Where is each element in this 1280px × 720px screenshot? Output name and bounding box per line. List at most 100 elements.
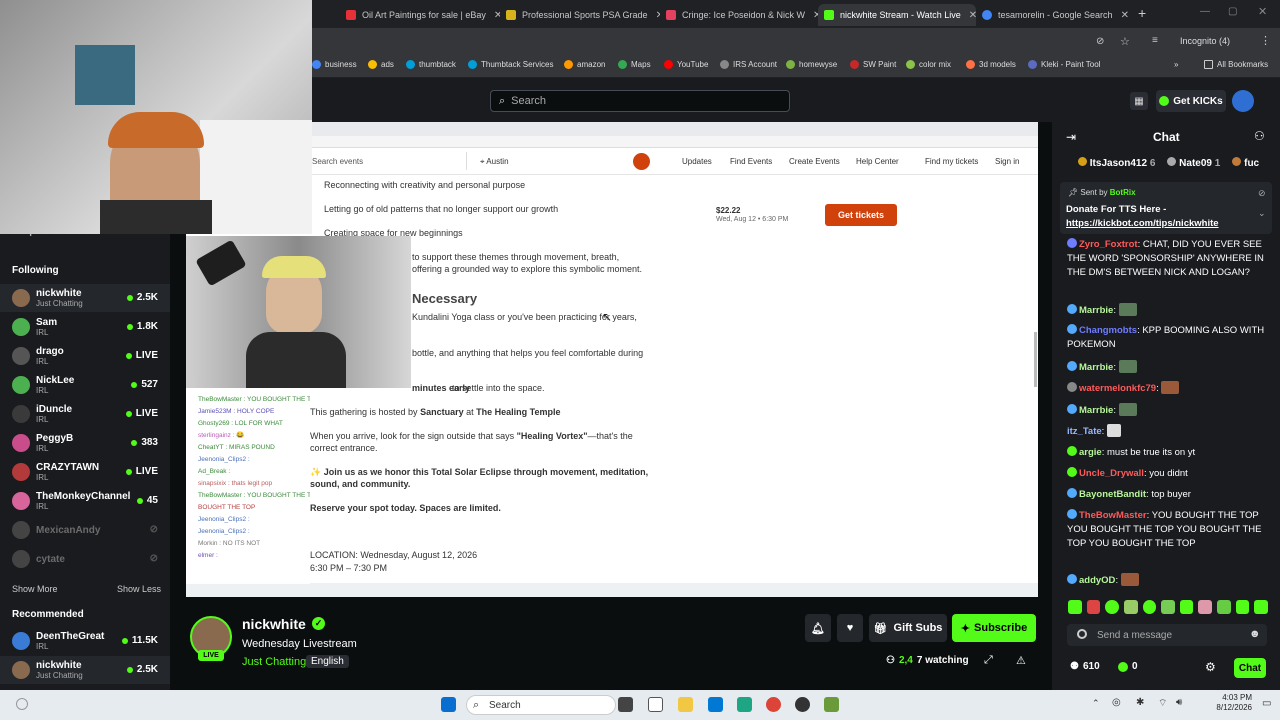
bookmark-thumbtack[interactable]: thumbtack	[406, 60, 456, 69]
emote-icon[interactable]	[1086, 600, 1101, 614]
all-bookmarks[interactable]: All Bookmarks	[1204, 60, 1268, 69]
emoji-icon[interactable]: ☻	[1249, 628, 1261, 640]
chat-username[interactable]: Marrbie	[1079, 305, 1113, 316]
emote-icon[interactable]	[1217, 600, 1231, 614]
new-tab-button[interactable]: +	[1138, 5, 1146, 21]
stream-category[interactable]: Just Chatting	[242, 656, 306, 668]
channel-points[interactable]: ⚉ 610	[1070, 661, 1100, 672]
eye-off-icon[interactable]: ⊘	[1096, 36, 1104, 47]
report-icon[interactable]: ⚠	[1016, 654, 1026, 667]
dashboard-icon[interactable]: ▦	[1130, 92, 1148, 110]
emote-icon[interactable]	[1235, 600, 1250, 614]
chat-username[interactable]: Changmobts	[1079, 325, 1137, 336]
sidebar-item-drago[interactable]: drago IRL LIVE	[0, 342, 170, 370]
sidebar-item-iduncle[interactable]: iDuncle IRL LIVE	[0, 400, 170, 428]
edge-icon[interactable]	[737, 697, 752, 712]
bookmarks-overflow-icon[interactable]: »	[1174, 60, 1178, 69]
chat-username[interactable]: watermelonkfc79	[1079, 383, 1156, 394]
notification-bell-button[interactable]: 🔔︎	[805, 614, 831, 642]
get-kicks-button[interactable]: Get KICKs	[1156, 90, 1226, 112]
emote-icon[interactable]	[1179, 600, 1194, 614]
emote-icon[interactable]	[1161, 600, 1175, 614]
tab-ebay[interactable]: Oil Art Paintings for sale | eBay ✕	[340, 4, 500, 26]
network-icon[interactable]: ◎	[1112, 697, 1121, 708]
kebab-menu-icon[interactable]: ⋮	[1260, 34, 1271, 47]
bookmark-business[interactable]: business	[312, 60, 357, 69]
bookmark-amazon[interactable]: amazon	[564, 60, 605, 69]
chat-username[interactable]: Marrbie	[1079, 362, 1113, 373]
emote-icon[interactable]	[1142, 600, 1157, 614]
wifi-icon[interactable]: ⌔	[1158, 697, 1167, 710]
volume-icon[interactable]: 🔊︎	[1176, 697, 1182, 708]
collapse-chat-icon[interactable]: ⇥	[1066, 130, 1076, 144]
emote-icon[interactable]	[1254, 600, 1269, 614]
sidebar-item-deenthegreat[interactable]: DeenTheGreat IRL 11.5K	[0, 627, 170, 655]
tab-psa[interactable]: Professional Sports PSA Grade ✕	[500, 4, 660, 26]
tab-nickwhite[interactable]: nickwhite Stream - Watch Live ✕	[818, 4, 976, 26]
chevron-up-icon[interactable]: ⌃	[1092, 698, 1100, 709]
user-avatar[interactable]	[1232, 90, 1254, 112]
chrome-icon[interactable]	[766, 697, 781, 712]
sidebar-item-mexicanandy[interactable]: MexicanAndy ⊘	[0, 516, 170, 544]
emote-icon[interactable]	[1105, 600, 1119, 614]
pinned-link[interactable]: https://kickbot.com/tips/nickwhite	[1066, 218, 1219, 229]
close-icon[interactable]: ✕	[1121, 10, 1129, 21]
close-icon[interactable]: ✕	[969, 10, 976, 21]
notification-icon[interactable]: ▭	[1262, 698, 1271, 709]
share-icon[interactable]: ⤢	[984, 654, 993, 667]
language-tag[interactable]: English	[306, 655, 349, 668]
bookmark-3d-models[interactable]: 3d models	[966, 60, 1016, 69]
sidebar-item-sam[interactable]: Sam IRL 1.8K	[0, 313, 170, 341]
top-gifter[interactable]: fuc	[1232, 157, 1259, 169]
emote-icon[interactable]	[1068, 600, 1082, 614]
emote-icon[interactable]	[1198, 600, 1213, 614]
obs-icon[interactable]	[795, 697, 810, 712]
start-icon[interactable]	[441, 697, 456, 712]
chat-username[interactable]: itz_Tate	[1067, 426, 1102, 437]
widgets-icon[interactable]	[16, 698, 28, 710]
gift-subs-button[interactable]: 🎁︎ Gift Subs	[869, 614, 947, 642]
top-gifter[interactable]: Nate09 1	[1167, 157, 1220, 169]
tab-google[interactable]: tesamorelin - Google Search ✕	[976, 4, 1136, 26]
bookmark-ads[interactable]: ads	[368, 60, 394, 69]
bookmark-maps[interactable]: Maps	[618, 60, 651, 69]
kicks-balance[interactable]: 0	[1118, 661, 1138, 672]
chevron-down-icon[interactable]: ⌄	[1258, 208, 1266, 219]
chat-username[interactable]: argie	[1079, 447, 1102, 458]
bookmark-color-mix[interactable]: color mix	[906, 60, 951, 69]
bookmark-sw-paint[interactable]: SW Paint	[850, 60, 896, 69]
bookmark-homewyse[interactable]: homewyse	[786, 60, 837, 69]
top-gifter[interactable]: ItsJason412 6	[1078, 157, 1155, 169]
bookmark-irs[interactable]: IRS Account	[720, 60, 777, 69]
file-explorer-icon[interactable]	[678, 697, 693, 712]
sidebar-item-cytate[interactable]: cytate ⊘	[0, 545, 170, 573]
taskbar-search[interactable]: ⌕ Search	[466, 695, 616, 715]
task-view-icon[interactable]	[618, 697, 633, 712]
tab-search-icon[interactable]: ≡	[1152, 35, 1158, 46]
search-input[interactable]: ⌕ Search	[490, 90, 790, 112]
maximize-button[interactable]: ▢	[1228, 6, 1237, 17]
streamer-name[interactable]: nickwhite	[242, 616, 306, 632]
chat-username[interactable]: BayonetBandit	[1079, 489, 1146, 500]
clock[interactable]: 4:03 PM 8/12/2026	[1212, 693, 1252, 713]
chat-users-icon[interactable]: ⚇	[1254, 129, 1265, 143]
sidebar-item-themonkeychannel[interactable]: TheMonkeyChannel IRL 45	[0, 487, 170, 515]
bookmark-thumbtack-services[interactable]: Thumbtack Services	[468, 60, 553, 69]
chat-username[interactable]: Zyro_Foxtrot	[1079, 239, 1138, 250]
show-less-button[interactable]: Show Less	[117, 584, 161, 594]
notepad-icon[interactable]	[648, 697, 663, 712]
unpin-icon[interactable]: ⊘	[1258, 188, 1266, 199]
tab-cringe[interactable]: Cringe: Ice Poseidon & Nick W ✕	[660, 4, 820, 26]
sidebar-item-peggyb[interactable]: PeggyB IRL 383	[0, 429, 170, 457]
sidebar-item-nickwhite[interactable]: nickwhite Just Chatting 2.5K	[0, 284, 170, 312]
chat-username[interactable]: addyOD	[1079, 575, 1115, 586]
chat-username[interactable]: Marrbie	[1079, 405, 1113, 416]
bookmark-kleki[interactable]: Kleki - Paint Tool	[1028, 60, 1100, 69]
follow-button[interactable]: ♥	[837, 614, 863, 642]
chat-username[interactable]: Uncle_Drywall	[1079, 468, 1144, 479]
chat-send-button[interactable]: Chat	[1234, 658, 1266, 678]
star-icon[interactable]: ☆	[1120, 35, 1130, 48]
bluetooth-icon[interactable]: ✱	[1136, 697, 1144, 708]
sidebar-item-nickwhite-rec[interactable]: nickwhite Just Chatting 2.5K	[0, 656, 170, 684]
chat-username[interactable]: TheBowMaster	[1079, 510, 1147, 521]
